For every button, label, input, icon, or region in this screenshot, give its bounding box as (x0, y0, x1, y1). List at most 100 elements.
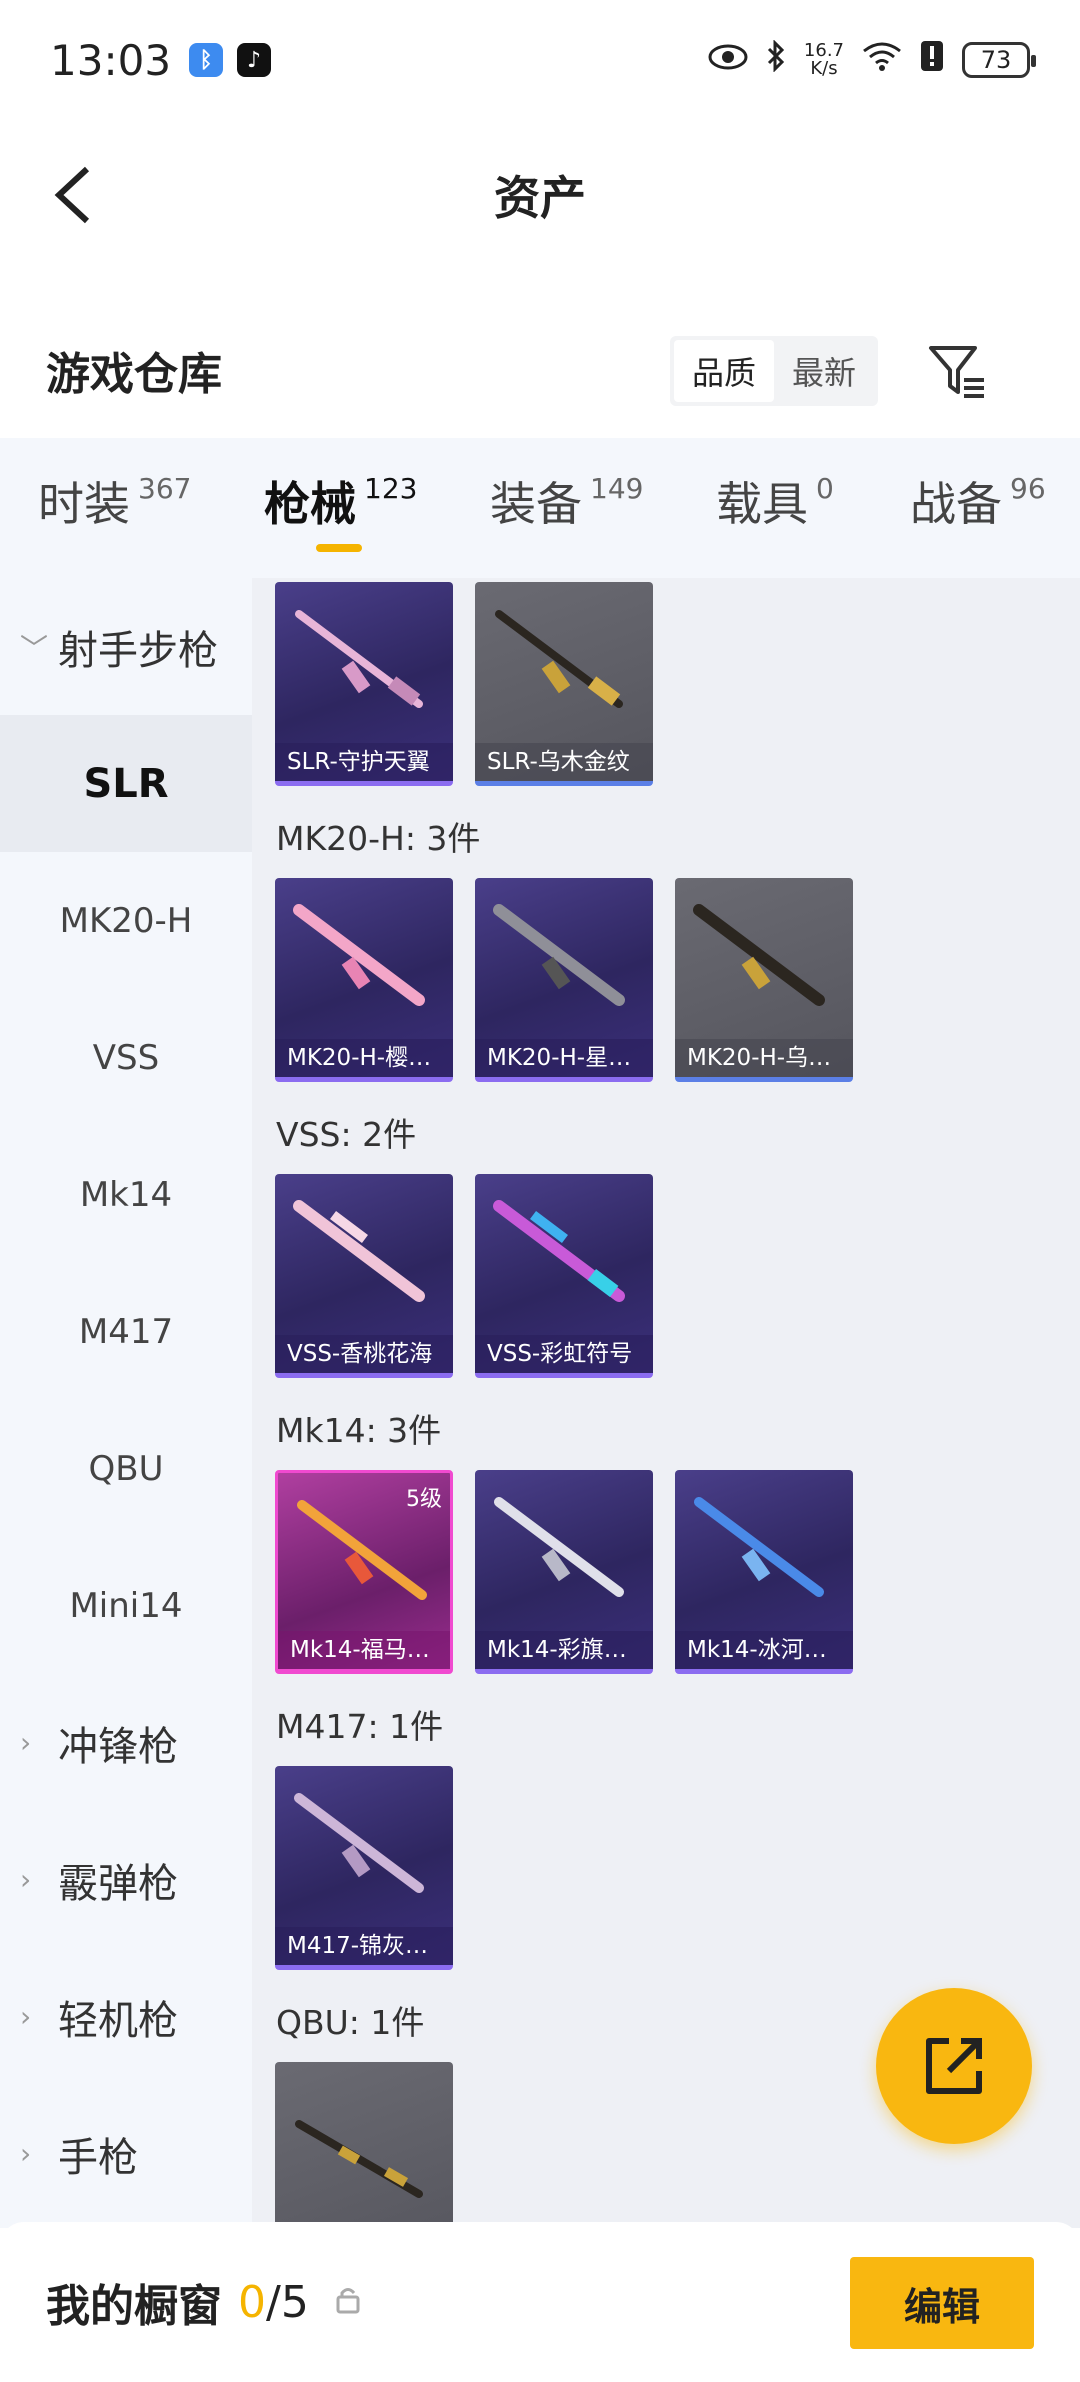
skin-card[interactable]: SLR-守护天翼 (275, 582, 453, 786)
speed-unit: K/s (810, 58, 838, 79)
rifle-icon (495, 610, 623, 708)
sidebar-item-slr[interactable]: SLR (0, 715, 252, 852)
tab-equipment[interactable]: 装备 149 (490, 468, 643, 534)
sort-latest-button[interactable]: 最新 (774, 340, 874, 402)
rifle-icon (693, 904, 825, 1006)
skin-card[interactable]: Mk14-冰河… (675, 1470, 853, 1674)
sidebar-item-qbu[interactable]: QBU (0, 1400, 252, 1537)
weapon-skin-grid: SLR-守护天翼 SLR-乌木金纹 MK20-H: 3件 MK20-H-樱… M… (252, 578, 1080, 2228)
skin-name: SLR-守护天翼 (275, 743, 453, 781)
group-label: VSS: 2件 (276, 1115, 417, 1154)
group-label: MK20-H: 3件 (276, 819, 481, 858)
sidebar-item-mini14[interactable]: Mini14 (0, 1537, 252, 1674)
skin-name: VSS-彩虹符号 (475, 1335, 653, 1373)
tab-label: 时装 (38, 477, 130, 531)
sidebar-item-mk14[interactable]: Mk14 (0, 1126, 252, 1263)
sidebar-category-label: 手枪 (58, 2134, 138, 2181)
skin-name: MK20-H-乌… (675, 1039, 853, 1077)
bluetooth-app-icon: ᛒ (189, 43, 224, 77)
tab-label: 枪械 (264, 477, 356, 531)
rifle-icon (494, 1497, 624, 1597)
sidebar-category-marksman[interactable]: ﹀ 射手步枪 (0, 578, 252, 715)
tiktok-app-icon: ♪ (237, 43, 272, 77)
showcase-title: 我的橱窗 (46, 2281, 222, 2332)
filter-button[interactable] (924, 338, 990, 404)
showcase-count: 0 (238, 2276, 266, 2328)
sort-quality-button[interactable]: 品质 (674, 340, 775, 402)
bluetooth-icon (766, 39, 786, 80)
active-tab-indicator (316, 544, 362, 552)
skin-name: Mk14-彩旗… (475, 1631, 653, 1669)
chevron-right-icon: › (20, 1863, 32, 1896)
rifle-icon (295, 2120, 423, 2198)
tab-count: 123 (364, 472, 418, 505)
skin-card[interactable] (275, 2062, 453, 2228)
sidebar-category-pistol[interactable]: › 手枪 (0, 2085, 252, 2222)
tab-count: 96 (1010, 472, 1046, 505)
status-indicators: 16.7 K/s 73 (708, 39, 1036, 80)
skin-card[interactable]: SLR-乌木金纹 (475, 582, 653, 786)
skin-name: SLR-乌木金纹 (475, 743, 653, 781)
alert-icon (920, 40, 944, 80)
skin-card[interactable]: 5级 Mk14-福马… (275, 1470, 453, 1674)
skin-name: M417-锦灰… (275, 1927, 453, 1965)
tab-count: 0 (816, 472, 834, 505)
rifle-icon (297, 1500, 427, 1600)
chevron-right-icon: › (20, 2137, 32, 2170)
back-button[interactable] (38, 160, 108, 230)
skin-card[interactable]: MK20-H-樱… (275, 878, 453, 1082)
tab-combat-supplies[interactable]: 战备 96 (910, 468, 1046, 534)
back-arrow-icon (54, 166, 90, 224)
skin-card[interactable]: M417-锦灰… (275, 1766, 453, 1970)
skin-name: Mk14-冰河… (675, 1631, 853, 1669)
rifle-icon (293, 904, 425, 1006)
tab-count: 367 (138, 472, 192, 505)
share-icon (926, 2038, 982, 2094)
sidebar-item-m417[interactable]: M417 (0, 1263, 252, 1400)
skin-card[interactable]: Mk14-彩旗… (475, 1470, 653, 1674)
skin-card[interactable]: MK20-H-星… (475, 878, 653, 1082)
eye-icon (708, 43, 748, 78)
top-nav-bar: 资产 (0, 140, 1080, 250)
tab-firearms[interactable]: 枪械 123 (264, 468, 417, 534)
wifi-icon (862, 41, 902, 79)
category-tabs: 时装 367 枪械 123 装备 149 载具 0 战备 96 (0, 438, 1080, 578)
weapon-type-sidebar: ﹀ 射手步枪 SLR MK20-H VSS Mk14 M417 QBU Mini… (0, 578, 252, 2228)
tab-label: 装备 (490, 477, 582, 531)
sidebar-item-vss[interactable]: VSS (0, 989, 252, 1126)
sidebar-category-shotgun[interactable]: › 霰弹枪 (0, 1811, 252, 1948)
showcase-total: 5 (280, 2276, 309, 2328)
showcase-separator: / (266, 2276, 281, 2328)
tab-count: 149 (590, 472, 644, 505)
skin-name: VSS-香桃花海 (275, 1335, 453, 1373)
edit-button[interactable]: 编辑 (850, 2257, 1034, 2349)
sidebar-category-smg[interactable]: › 冲锋枪 (0, 1674, 252, 1811)
sidebar-category-label: 霰弹枪 (58, 1860, 178, 1907)
skin-level-badge: 5级 (406, 1487, 442, 1512)
tab-label: 载具 (716, 477, 808, 531)
skin-name: MK20-H-星… (475, 1039, 653, 1077)
status-bar: 13:03 ᛒ ♪ 16.7 K/s 73 (0, 0, 1080, 120)
share-button[interactable] (876, 1988, 1032, 2144)
status-time: 13:03 (50, 35, 172, 85)
warehouse-title: 游戏仓库 (46, 349, 222, 400)
warehouse-header: 游戏仓库 品质 最新 (0, 320, 1080, 420)
sort-toggle: 品质 最新 (670, 336, 879, 406)
skin-card[interactable]: VSS-彩虹符号 (475, 1174, 653, 1378)
sidebar-item-mk20h[interactable]: MK20-H (0, 852, 252, 989)
rifle-icon (493, 904, 625, 1006)
tab-label: 战备 (910, 477, 1002, 531)
skin-card[interactable]: VSS-香桃花海 (275, 1174, 453, 1378)
showcase-bar: 我的橱窗 0 / 5 编辑 (0, 2222, 1080, 2382)
skin-card[interactable]: MK20-H-乌… (675, 878, 853, 1082)
sidebar-category-label: 射手步枪 (58, 627, 218, 674)
sidebar-category-label: 冲锋枪 (58, 1723, 178, 1770)
tab-vehicles[interactable]: 载具 0 (716, 468, 834, 534)
sidebar-category-lmg[interactable]: › 轻机枪 (0, 1948, 252, 2085)
tab-fashion[interactable]: 时装 367 (38, 468, 191, 534)
sidebar-category-label: 轻机枪 (58, 1997, 178, 2044)
group-label: QBU: 1件 (276, 2003, 425, 2042)
page-title: 资产 (494, 171, 586, 225)
rifle-icon (493, 1200, 625, 1302)
lock-icon (335, 2285, 361, 2319)
